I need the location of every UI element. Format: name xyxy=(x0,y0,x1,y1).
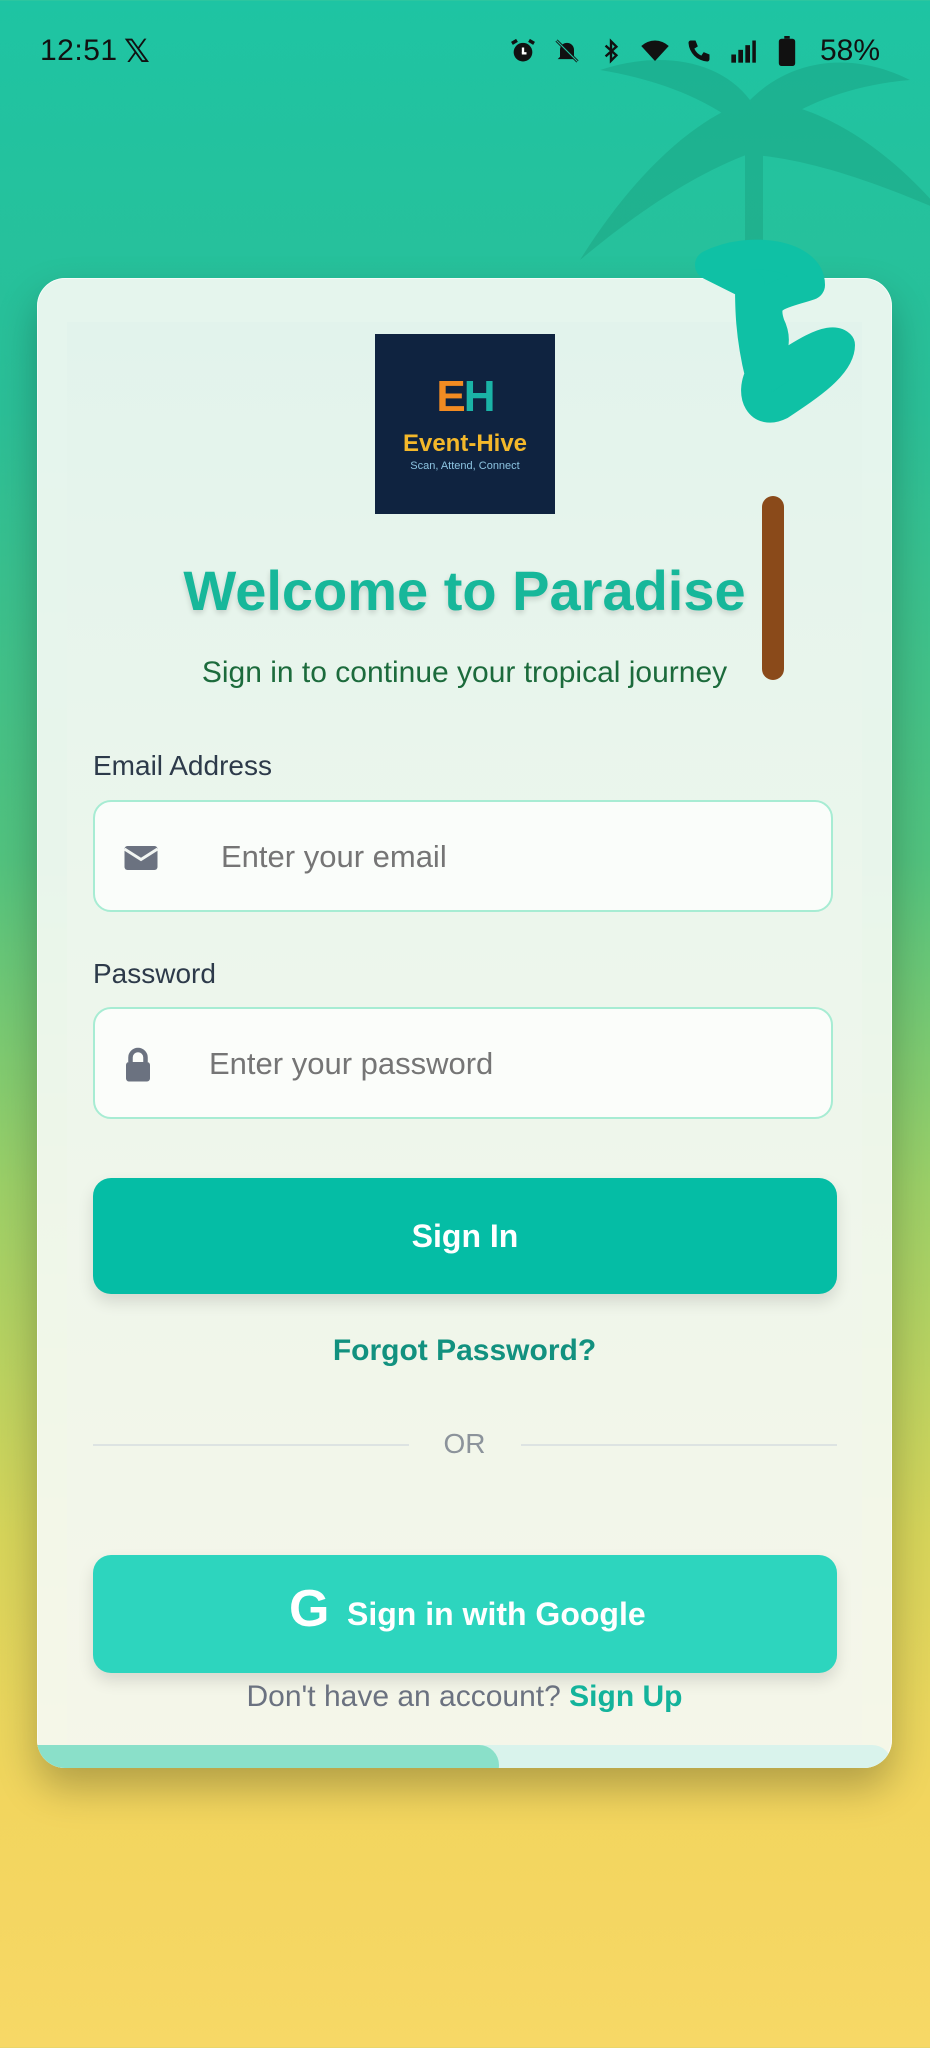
email-input[interactable] xyxy=(219,838,783,876)
brown-stick-decoration xyxy=(762,496,784,680)
divider-right xyxy=(521,1444,837,1446)
wifi-call-icon xyxy=(684,36,714,66)
forgot-password-link[interactable]: Forgot Password? xyxy=(37,1334,892,1368)
logo-name: Event-Hive xyxy=(402,430,528,457)
logo-letter-h: H xyxy=(463,372,496,421)
signal-icon xyxy=(728,36,758,66)
password-input[interactable] xyxy=(207,1045,771,1083)
wifi-icon xyxy=(640,36,670,66)
google-sign-in-label: Sign in with Google xyxy=(347,1596,646,1632)
status-time: 12:51 xyxy=(40,34,118,67)
email-field[interactable] xyxy=(93,800,833,912)
battery-percent: 58% xyxy=(819,34,880,67)
sign-in-button[interactable]: Sign In xyxy=(93,1178,837,1294)
logo-monogram: EH xyxy=(375,372,555,422)
x-icon: 𝕏 xyxy=(124,33,150,69)
password-field[interactable] xyxy=(93,1007,833,1119)
no-account-text: Don't have an account? xyxy=(246,1680,561,1713)
event-hive-logo: EH Event-Hive Scan, Attend, Connect xyxy=(375,334,555,514)
password-label: Password xyxy=(93,958,216,989)
status-bar: 12:51 𝕏 58% xyxy=(0,0,930,104)
battery-icon xyxy=(772,36,802,66)
envelope-icon xyxy=(123,840,159,876)
bell-off-icon xyxy=(552,36,582,66)
progress-bar xyxy=(37,1745,892,1768)
google-icon: G xyxy=(289,1580,330,1638)
logo-letter-e: E xyxy=(436,372,465,421)
teal-scribble-decoration xyxy=(695,239,855,423)
google-sign-in-button[interactable]: G Sign in with Google xyxy=(93,1555,837,1673)
signup-row: Don't have an account? Sign Up xyxy=(37,1680,892,1714)
bluetooth-icon xyxy=(596,36,626,66)
lock-icon xyxy=(123,1047,159,1083)
alarm-icon xyxy=(508,36,538,66)
progress-fill xyxy=(37,1745,499,1768)
email-label: Email Address xyxy=(93,750,272,781)
logo-tagline: Scan, Attend, Connect xyxy=(410,460,520,472)
status-icons: 58% xyxy=(508,34,880,68)
sign-up-link[interactable]: Sign Up xyxy=(569,1680,682,1713)
